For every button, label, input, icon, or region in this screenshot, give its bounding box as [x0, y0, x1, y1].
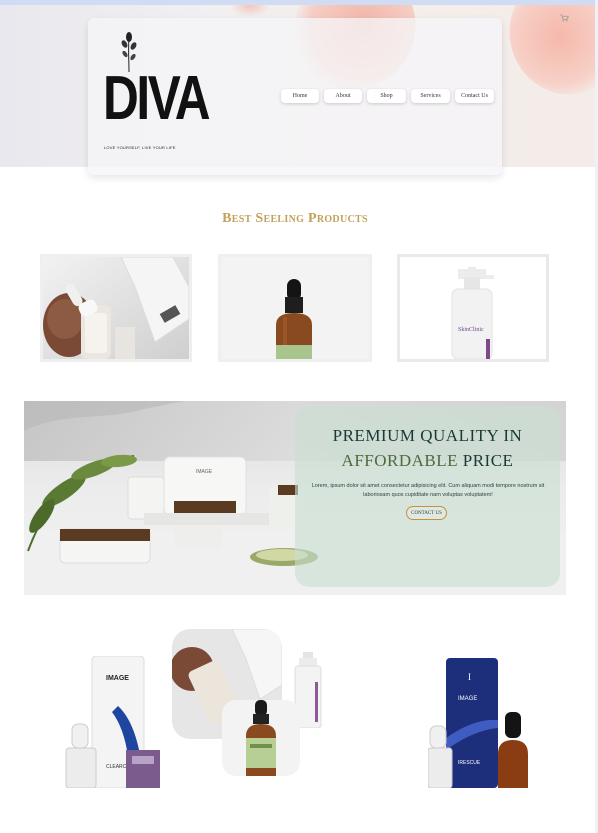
jar-label: IMAGE — [196, 469, 213, 475]
petal-decoration — [230, 5, 270, 17]
gallery-photo: I IMAGE IRESCUE — [428, 658, 528, 788]
svg-text:I: I — [468, 672, 471, 682]
nav-contact-us[interactable]: Contact Us — [455, 89, 494, 103]
nav-home[interactable]: Home — [281, 89, 319, 103]
cart-icon[interactable] — [560, 14, 569, 22]
gallery-photo — [222, 700, 300, 776]
banner-headline-rest: PRICE — [458, 451, 514, 470]
contact-us-button[interactable]: CONTACT US — [406, 506, 447, 520]
banner-body-text: Lorem, ipsum dolor sit amet consectetur … — [311, 483, 545, 498]
product-card-pump-bottle[interactable]: SkinClinic — [397, 254, 549, 362]
nav-about[interactable]: About — [324, 89, 362, 103]
product-card-dropper-bottle[interactable] — [218, 254, 372, 362]
product-card-serum-box[interactable] — [40, 254, 192, 362]
banner-headline: PREMIUM QUALITY IN — [332, 426, 523, 445]
product-image: SkinClinic — [400, 257, 546, 359]
logo-wordmark: DIVA — [103, 64, 211, 133]
gallery-image-irescue[interactable]: I IMAGE IRESCUE — [428, 658, 532, 788]
bottle-label: IMAGE — [458, 696, 477, 702]
pump-label: SkinClinic — [458, 327, 484, 333]
nav-services[interactable]: Services — [411, 89, 450, 103]
product-image — [221, 257, 369, 359]
banner-text-card: PREMIUM QUALITY IN AFFORDABLE PRICE Lore… — [295, 406, 560, 587]
product-image — [43, 257, 189, 359]
banner-subheadline: AFFORDABLE PRICE — [295, 451, 560, 471]
gallery-photo: IMAGE CLEARCELL — [65, 656, 160, 788]
bottle-label: IMAGE — [106, 675, 129, 682]
logo-tagline: LOVE YOURSELF, LIVE YOUR LIFE — [104, 145, 176, 150]
gallery-image-clearcell[interactable]: IMAGE CLEARCELL — [60, 656, 162, 788]
brand-logo[interactable]: DIVA LOVE YOURSELF, LIVE YOUR LIFE — [103, 32, 211, 154]
bottle-sublabel: IRESCUE — [458, 760, 481, 766]
best-selling-title: Best Seeling Products — [222, 211, 368, 226]
petal-decoration — [492, 5, 598, 111]
promo-banner: IMAGE PREMIUM QUALITY IN AFFORDABLE PRIC… — [24, 401, 566, 595]
banner-headline-accent: AFFORDABLE — [341, 451, 459, 470]
nav-shop[interactable]: Shop — [367, 89, 406, 103]
gallery-image-dropper[interactable] — [222, 700, 300, 776]
